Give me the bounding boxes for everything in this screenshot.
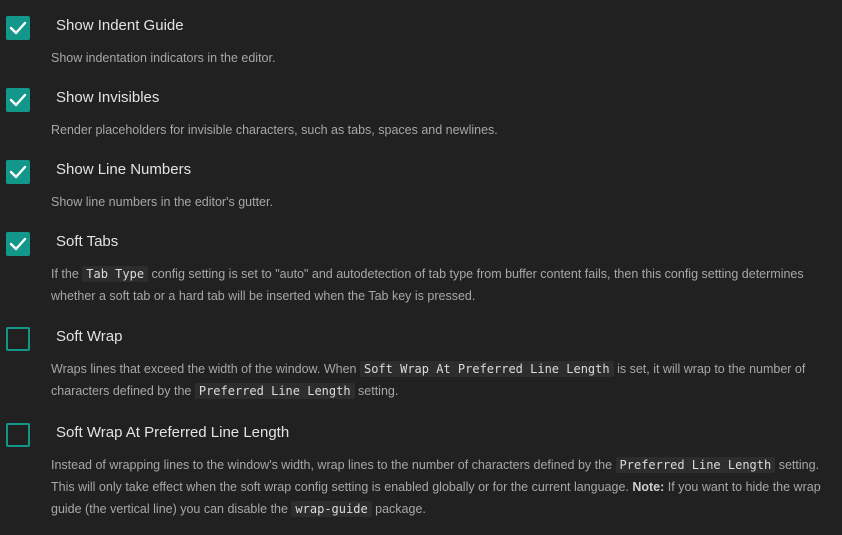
description-text: If the bbox=[51, 267, 83, 281]
setting-title[interactable]: Show Line Numbers bbox=[56, 161, 191, 179]
note-label: Note: bbox=[632, 480, 665, 494]
checkmark-icon bbox=[9, 21, 27, 35]
soft-wrap-at-preferred-line-length-checkbox[interactable] bbox=[6, 423, 30, 447]
description-text: setting. bbox=[354, 384, 399, 398]
setting-description: Show line numbers in the editor's gutter… bbox=[51, 195, 273, 209]
setting-title[interactable]: Show Invisibles bbox=[56, 89, 159, 107]
checkmark-icon bbox=[9, 165, 27, 179]
setting-title[interactable]: Soft Wrap At Preferred Line Length bbox=[56, 424, 289, 442]
setting-title[interactable]: Show Indent Guide bbox=[56, 17, 184, 35]
checkmark-icon bbox=[9, 237, 27, 251]
checkmark-icon bbox=[9, 93, 27, 107]
setting-reference: Preferred Line Length bbox=[194, 383, 355, 399]
soft-wrap-checkbox[interactable] bbox=[6, 327, 30, 351]
description-text: Instead of wrapping lines to the window'… bbox=[51, 458, 616, 472]
setting-reference: Tab Type bbox=[82, 266, 149, 282]
description-text: config setting is set to "auto" and auto… bbox=[51, 267, 804, 303]
description-text: Wraps lines that exceed the width of the… bbox=[51, 362, 360, 376]
setting-description: Instead of wrapping lines to the window'… bbox=[51, 454, 831, 520]
show-line-numbers-checkbox[interactable] bbox=[6, 160, 30, 184]
show-invisibles-checkbox[interactable] bbox=[6, 88, 30, 112]
setting-description: Show indentation indicators in the edito… bbox=[51, 51, 276, 65]
setting-reference: Preferred Line Length bbox=[615, 457, 776, 473]
setting-reference: wrap-guide bbox=[291, 501, 372, 517]
show-indent-guide-checkbox[interactable] bbox=[6, 16, 30, 40]
setting-reference: Soft Wrap At Preferred Line Length bbox=[359, 361, 614, 377]
setting-description: Wraps lines that exceed the width of the… bbox=[51, 358, 831, 402]
setting-title[interactable]: Soft Tabs bbox=[56, 233, 118, 251]
setting-description: Render placeholders for invisible charac… bbox=[51, 123, 498, 137]
soft-tabs-checkbox[interactable] bbox=[6, 232, 30, 256]
setting-title[interactable]: Soft Wrap bbox=[56, 328, 122, 346]
setting-description: If the Tab Type config setting is set to… bbox=[51, 263, 831, 307]
description-text: package. bbox=[371, 502, 426, 516]
